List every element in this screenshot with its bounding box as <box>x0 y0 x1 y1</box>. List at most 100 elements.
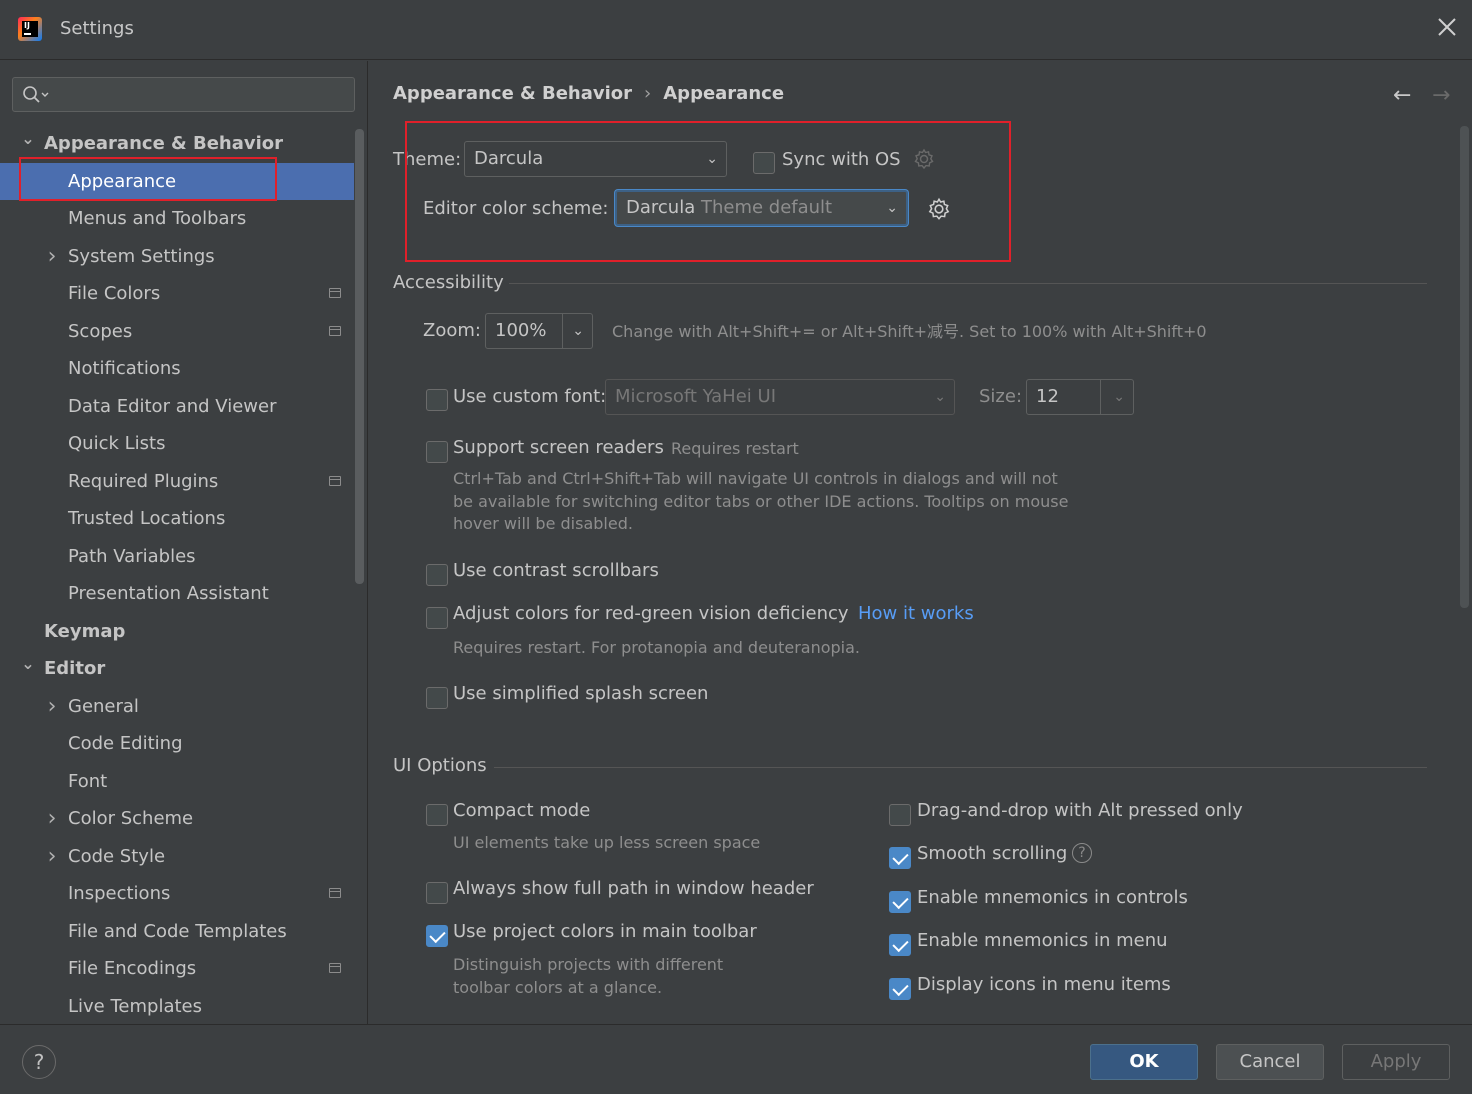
sidebar-item-appearance[interactable]: Appearance <box>0 162 354 200</box>
chevron-right-icon[interactable]: › <box>44 688 60 726</box>
chevron-down-icon[interactable]: ⌄ <box>20 645 36 683</box>
sidebar-item-code-editing[interactable]: Code Editing <box>0 725 354 763</box>
sidebar-item-label: Menus and Toolbars <box>68 208 247 229</box>
cancel-button[interactable]: Cancel <box>1216 1044 1324 1080</box>
sidebar-item-label: Data Editor and Viewer <box>68 395 277 417</box>
chevron-right-icon[interactable]: › <box>44 238 60 276</box>
sidebar-item-label: Presentation Assistant <box>68 583 269 604</box>
sidebar-item-inspections[interactable]: Inspections <box>0 875 354 913</box>
chevron-down-icon: ⌄ <box>706 151 718 167</box>
sidebar-item-label: Inspections <box>68 883 171 904</box>
full-path-checkbox[interactable] <box>426 882 448 904</box>
chevron-right-icon[interactable]: › <box>44 838 60 876</box>
smooth-scrolling-checkbox[interactable] <box>889 847 911 869</box>
sidebar-item-required-plugins[interactable]: Required Plugins <box>0 463 354 501</box>
help-button[interactable]: ? <box>22 1045 56 1079</box>
sidebar-item-color-scheme[interactable]: › Color Scheme <box>0 800 354 838</box>
settings-search-input[interactable] <box>12 77 355 112</box>
sidebar-item-file-encodings[interactable]: File Encodings <box>0 950 354 988</box>
sidebar-item-label: Path Variables <box>68 545 196 567</box>
help-question-icon[interactable]: ? <box>1072 843 1092 863</box>
compact-mode-checkbox[interactable] <box>426 804 448 826</box>
sync-with-os-checkbox[interactable] <box>753 152 775 174</box>
sidebar-item-quick-lists[interactable]: Quick Lists <box>0 425 354 463</box>
chevron-down-icon: ⌄ <box>886 200 898 216</box>
sidebar-item-live-templates[interactable]: Live Templates <box>0 988 354 1025</box>
custom-font-checkbox[interactable] <box>426 389 448 411</box>
title-bar: IJ Settings <box>0 0 1472 60</box>
red-green-description: Requires restart. For protanopia and deu… <box>453 638 860 657</box>
sidebar-item-keymap[interactable]: Keymap <box>0 613 354 651</box>
font-size-combobox[interactable]: 12 ⌄ <box>1026 379 1134 415</box>
back-arrow-icon[interactable]: ← <box>1393 83 1411 108</box>
theme-combobox[interactable]: Darcula ⌄ <box>464 141 727 177</box>
forward-arrow-icon[interactable]: → <box>1432 83 1450 108</box>
chevron-down-icon[interactable]: ⌄ <box>20 120 36 158</box>
simplified-splash-checkbox[interactable] <box>426 687 448 709</box>
sidebar-item-label: Trusted Locations <box>68 508 226 529</box>
theme-value: Darcula <box>474 148 544 169</box>
compact-mode-label: Compact mode <box>453 800 591 821</box>
custom-font-label: Use custom font: <box>453 386 607 407</box>
sidebar-item-general[interactable]: › General <box>0 688 354 726</box>
settings-main-panel: Appearance & Behavior › Appearance ← → The… <box>369 61 1472 1024</box>
mnemonics-menu-checkbox[interactable] <box>889 934 911 956</box>
breadcrumb-parent[interactable]: Appearance & Behavior <box>393 83 632 104</box>
sidebar-item-trusted-locations[interactable]: Trusted Locations <box>0 500 354 538</box>
custom-font-combobox[interactable]: Microsoft YaHei UI ⌄ <box>605 379 955 415</box>
sidebar-item-data-editor-and-viewer[interactable]: Data Editor and Viewer <box>0 388 354 426</box>
intellij-logo-icon: IJ <box>18 17 42 41</box>
project-colors-label: Use project colors in main toolbar <box>453 921 757 942</box>
sidebar-item-label: General <box>68 695 139 717</box>
sync-settings-gear-icon[interactable] <box>912 147 936 171</box>
mnemonics-controls-checkbox[interactable] <box>889 891 911 913</box>
theme-label: Theme: <box>393 149 462 170</box>
project-level-icon <box>329 888 341 898</box>
chevron-down-icon: ⌄ <box>572 323 584 339</box>
contrast-scrollbars-label: Use contrast scrollbars <box>453 560 659 581</box>
sidebar-item-presentation-assistant[interactable]: Presentation Assistant <box>0 575 354 613</box>
menu-icons-checkbox[interactable] <box>889 978 911 1000</box>
sidebar-item-label: File and Code Templates <box>68 920 287 942</box>
font-size-value: 12 <box>1036 386 1059 407</box>
zoom-combobox[interactable]: 100% ⌄ <box>485 313 593 349</box>
screen-readers-checkbox[interactable] <box>426 441 448 463</box>
sidebar-item-label: Required Plugins <box>68 470 219 492</box>
sidebar-item-notifications[interactable]: Notifications <box>0 350 354 388</box>
sidebar-item-appearance-behavior[interactable]: ⌄ Appearance & Behavior <box>0 125 354 163</box>
zoom-label: Zoom: <box>423 320 481 341</box>
drag-drop-checkbox[interactable] <box>889 804 911 826</box>
red-green-checkbox[interactable] <box>426 607 448 629</box>
sidebar-item-scopes[interactable]: Scopes <box>0 313 354 351</box>
sidebar-item-menus-and-toolbars[interactable]: Menus and Toolbars <box>0 200 354 238</box>
project-level-icon <box>329 325 341 336</box>
mnemonics-menu-label: Enable mnemonics in menu <box>917 930 1168 951</box>
project-colors-description: Distinguish projects with different tool… <box>453 955 724 997</box>
ok-button[interactable]: OK <box>1090 1044 1198 1080</box>
sidebar-item-label: Code Editing <box>68 733 183 754</box>
editor-scheme-combobox[interactable]: Darcula Theme default ⌄ <box>615 190 908 226</box>
sidebar-item-label: Appearance <box>68 170 177 192</box>
sidebar-item-file-and-code-templates[interactable]: File and Code Templates <box>0 913 354 951</box>
editor-scheme-value: Darcula <box>626 197 696 218</box>
editor-scheme-gear-icon[interactable] <box>926 196 952 222</box>
sidebar-item-code-style[interactable]: › Code Style <box>0 838 354 876</box>
close-button[interactable] <box>1434 16 1460 42</box>
contrast-scrollbars-checkbox[interactable] <box>426 564 448 586</box>
sidebar-item-system-settings[interactable]: › System Settings <box>0 238 354 276</box>
sidebar-item-file-colors[interactable]: File Colors <box>0 275 354 313</box>
screen-readers-label: Support screen readers <box>453 437 664 458</box>
zoom-hint: Change with Alt+Shift+= or Alt+Shift+减号.… <box>612 322 1207 341</box>
project-colors-checkbox[interactable] <box>426 925 448 947</box>
apply-button[interactable]: Apply <box>1342 1044 1450 1080</box>
sidebar-item-font[interactable]: Font <box>0 763 354 801</box>
search-icon <box>23 86 49 103</box>
sidebar-item-path-variables[interactable]: Path Variables <box>0 538 354 576</box>
chevron-right-icon[interactable]: › <box>44 800 60 838</box>
sidebar-item-label: Quick Lists <box>68 433 166 454</box>
how-it-works-link[interactable]: How it works <box>858 603 974 624</box>
sidebar-item-editor[interactable]: ⌄ Editor <box>0 650 354 688</box>
custom-font-value: Microsoft YaHei UI <box>615 386 776 407</box>
main-scrollbar[interactable] <box>1460 126 1469 608</box>
sidebar-scrollbar[interactable] <box>355 129 364 584</box>
